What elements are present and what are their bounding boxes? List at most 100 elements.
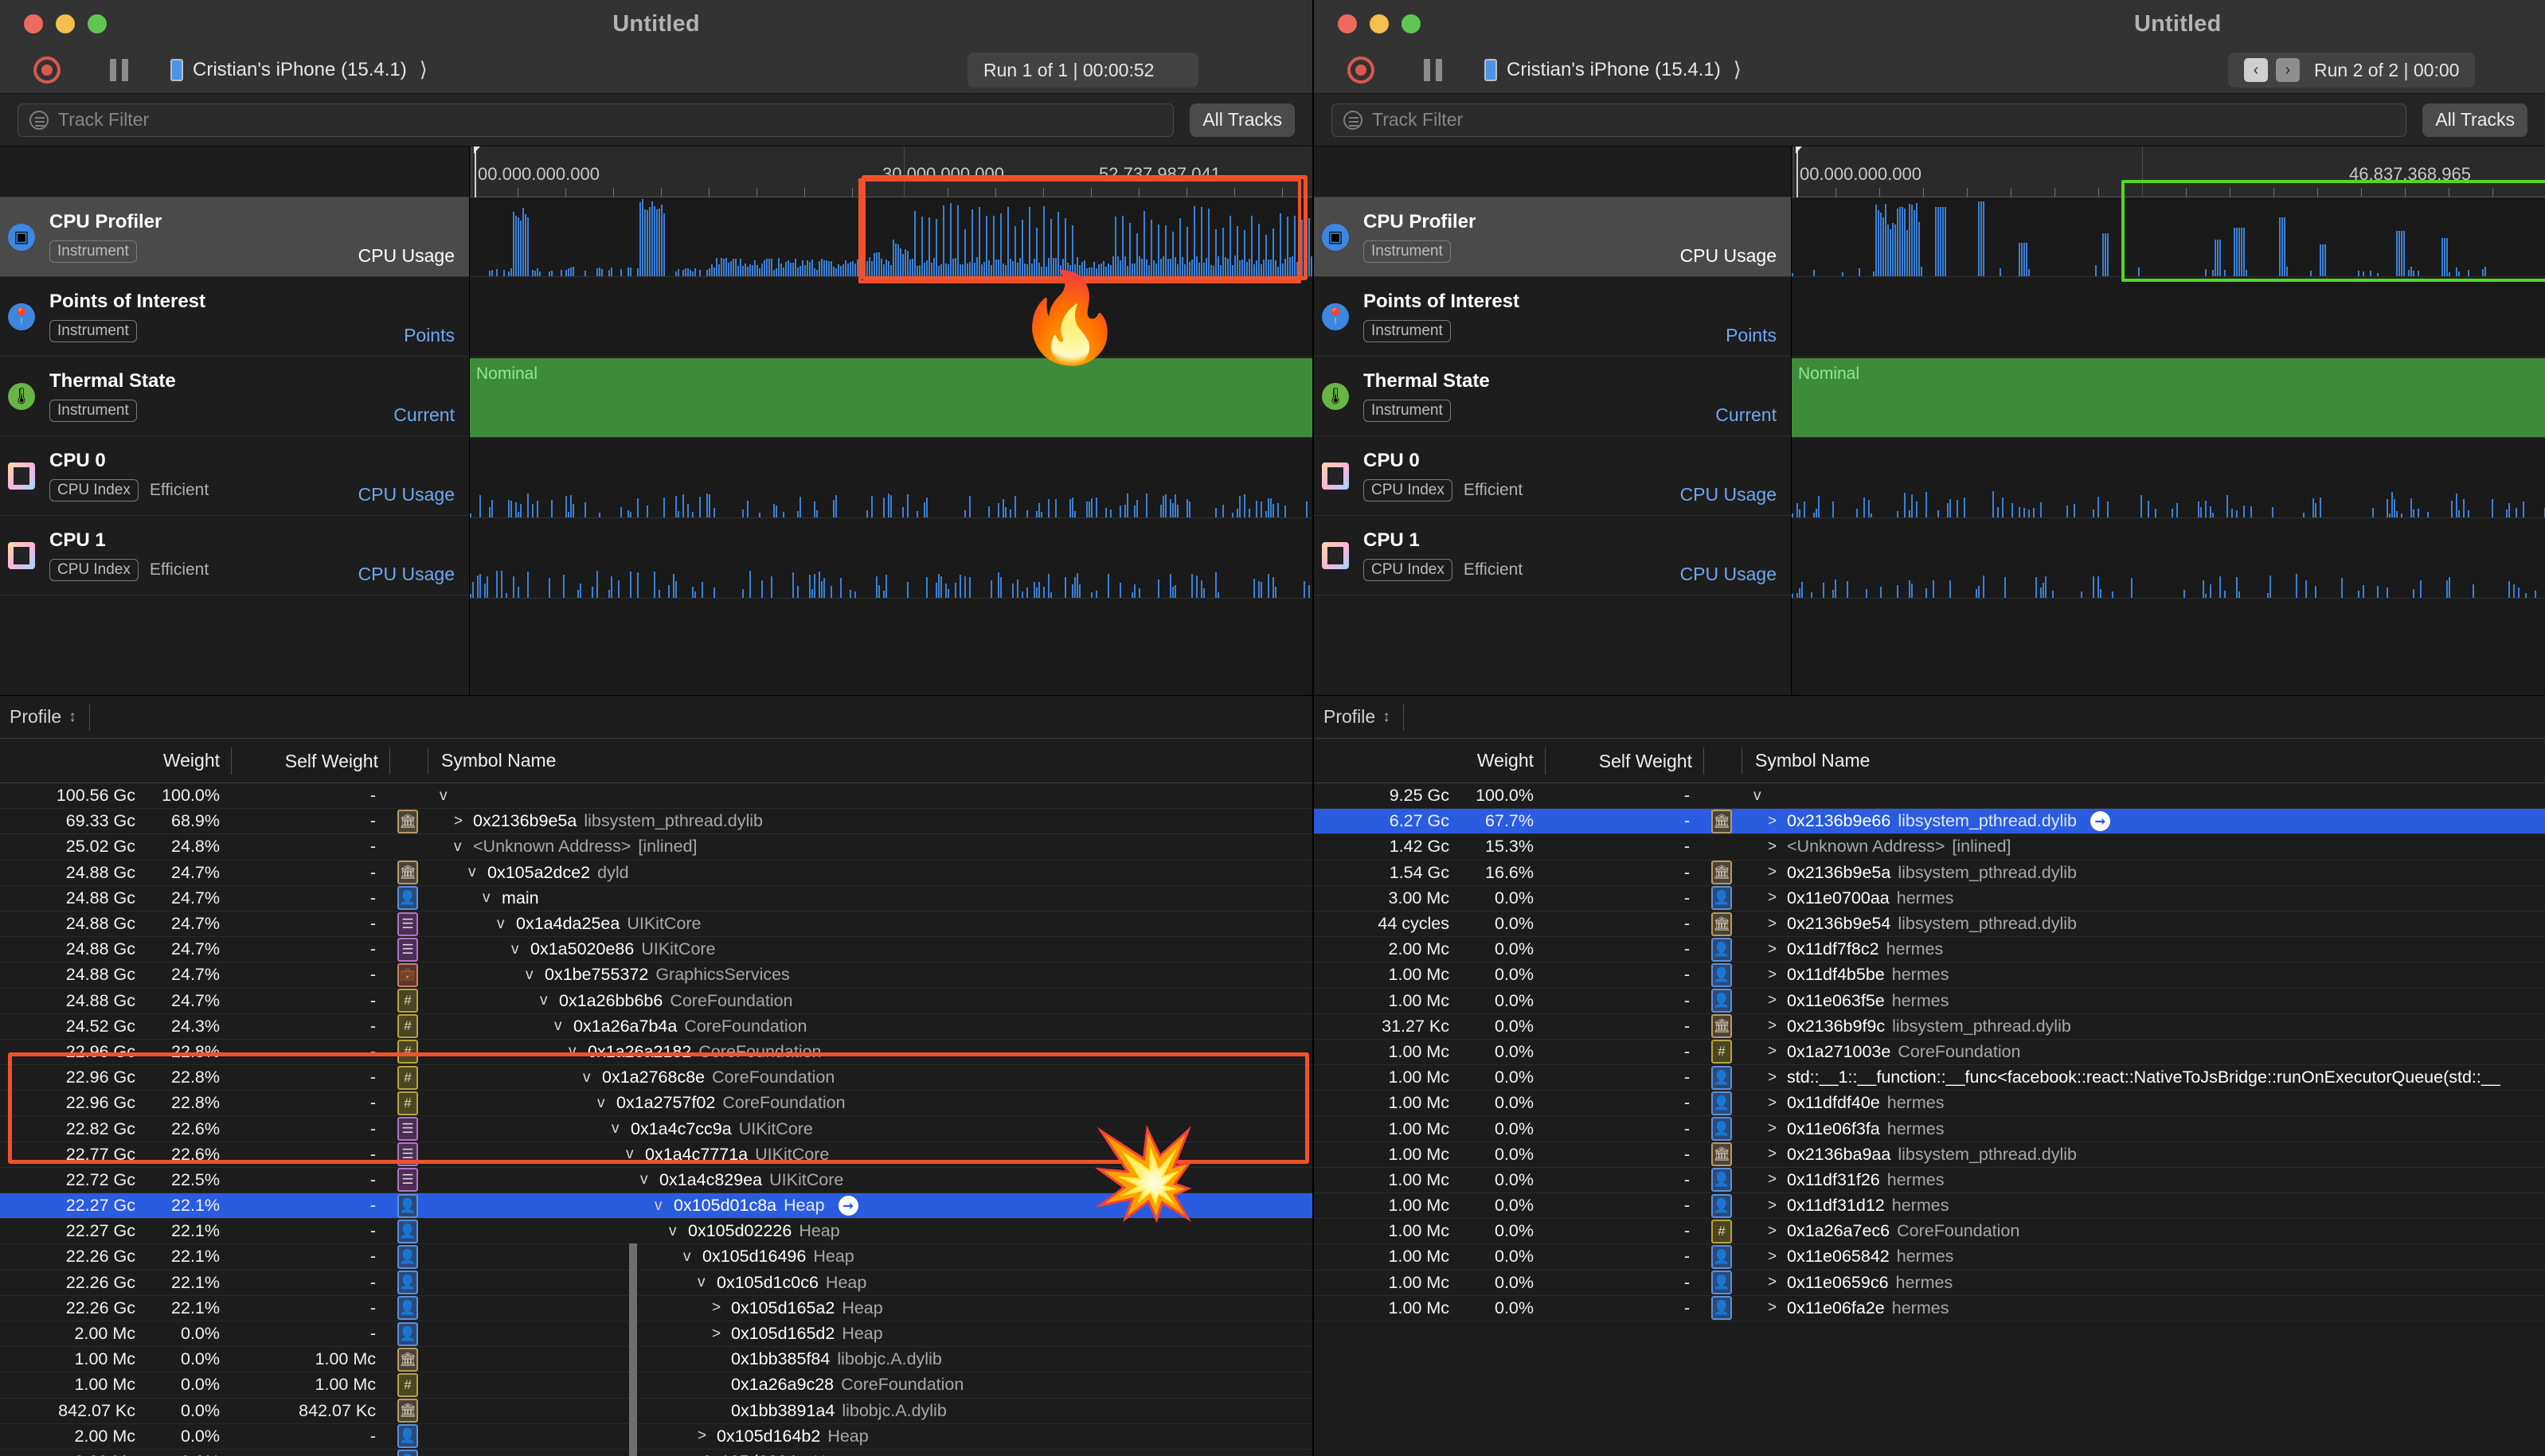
table-row[interactable]: 24.88 Gc 24.7% - 👤 v main	[0, 886, 1312, 911]
disclosure-triangle-icon[interactable]: >	[712, 1299, 724, 1317]
disclosure-triangle-icon[interactable]: >	[1768, 813, 1780, 830]
disclosure-triangle-icon[interactable]: >	[1768, 1223, 1780, 1240]
track-row-thermal-state-left[interactable]: 🌡 Thermal State Instrument Current	[0, 357, 469, 436]
run-indicator-right[interactable]: ‹ › Run 2 of 2 | 00:00	[2228, 53, 2476, 88]
record-button-left[interactable]	[33, 57, 61, 84]
column-self-weight[interactable]: Self Weight	[1545, 747, 1704, 775]
disclosure-triangle-icon[interactable]: v	[511, 941, 523, 958]
table-row[interactable]: 22.96 Gc 22.8% - # v 0x1a2757f02 CoreFoundatio…	[0, 1091, 1312, 1117]
table-row[interactable]: 1.00 Mc 0.0% - # >0x1a271003e CoreFoundation	[1314, 1040, 2545, 1066]
table-row[interactable]: 24.52 Gc 24.3% - # v 0x1a26a7b4a CoreFoundatio…	[0, 1014, 1312, 1040]
disclosure-triangle-icon[interactable]: v	[468, 864, 480, 881]
graph-cpu-profiler-right[interactable]	[1792, 197, 2545, 277]
close-button[interactable]	[1338, 14, 1357, 33]
table-row[interactable]: 24.88 Gc 24.7% - 🏛 v 0x105a2dce2 dyld	[0, 861, 1312, 886]
table-row[interactable]: 3.00 Mc 0.0% - 👤 >0x11e0700aa hermes	[1314, 886, 2545, 911]
device-selector-right[interactable]: Cristian's iPhone (15.4.1) ⟩	[1473, 54, 1753, 85]
table-row[interactable]: 22.26 Gc 22.1% - 👤 >0x105d165a2 Heap	[0, 1296, 1312, 1321]
sort-toggle-icon[interactable]: ↕	[68, 708, 76, 726]
playhead-left[interactable]	[474, 146, 480, 197]
table-row[interactable]: 1.00 Mc 0.0% - # >0x1a26a7ec6 CoreFoundation	[1314, 1219, 2545, 1245]
graph-points-of-interest-right[interactable]	[1792, 278, 2545, 357]
disclosure-triangle-icon[interactable]: v	[640, 1171, 652, 1189]
traffic-lights-right[interactable]	[1338, 14, 1421, 33]
graph-cpu0-right[interactable]	[1792, 439, 2545, 518]
track-row-cpu1-right[interactable]: CPU 1 CPU Index Efficient CPU Usage	[1314, 516, 1791, 595]
table-row[interactable]: 6.27 Gc 67.7% - 🏛 >0x2136b9e66 libsystem_pthr…	[1314, 809, 2545, 835]
table-row[interactable]: 1.00 Mc 0.0% - 👤 > std::__1::__function::__fu…	[1314, 1065, 2545, 1091]
profile-header-right[interactable]: Profile ↕	[1314, 696, 2545, 739]
table-row[interactable]: 25.02 Gc 24.8% - v <Unknown Address> [inlined…	[0, 834, 1312, 861]
column-symbol-name[interactable]: Symbol Name	[1742, 750, 1870, 771]
table-row[interactable]: 44 cycles 0.0% - 🏛 >0x2136b9e54 libsystem_pth…	[1314, 911, 2545, 938]
disclosure-triangle-icon[interactable]: v	[483, 889, 495, 907]
sort-toggle-icon[interactable]: ↕	[1382, 708, 1390, 726]
table-row[interactable]: 22.96 Gc 22.8% - # v 0x1a26a2182 CoreFoundatio…	[0, 1040, 1312, 1066]
table-row[interactable]: 22.26 Gc 22.1% - 👤 v 0x105d1c0c6 Heap	[0, 1271, 1312, 1296]
table-row[interactable]: 24.88 Gc 24.7% - ☰ v 0x1a4da25ea UIKitCore	[0, 911, 1312, 938]
disclosure-triangle-icon[interactable]: >	[1768, 838, 1780, 856]
disclosure-triangle-icon[interactable]: v	[540, 992, 552, 1009]
disclosure-triangle-icon[interactable]: >	[1768, 915, 1780, 933]
disclosure-triangle-icon[interactable]: v	[554, 1017, 566, 1035]
profile-rows-left[interactable]: 100.56 Gc 100.0% - v 69.33 Gc 68.9% - 🏛 >0x2136b…	[0, 783, 1312, 1456]
record-button-right[interactable]	[1347, 57, 1374, 84]
disclosure-triangle-icon[interactable]: v	[683, 1248, 695, 1266]
graph-cpu1-right[interactable]	[1792, 519, 2545, 599]
disclosure-triangle-icon[interactable]: >	[1768, 889, 1780, 907]
disclosure-triangle-icon[interactable]: v	[583, 1069, 595, 1087]
track-graphs-right[interactable]: 00.000.000.000 46.837.368.965 Nominal	[1792, 146, 2545, 695]
table-row[interactable]: 31.27 Kc 0.0% - 🏛 >0x2136b9f9c libsystem_pthr…	[1314, 1014, 2545, 1040]
disclosure-triangle-icon[interactable]: v	[569, 1043, 581, 1060]
disclosure-triangle-icon[interactable]: >	[1768, 941, 1780, 958]
disclosure-triangle-icon[interactable]: >	[454, 813, 466, 830]
track-row-thermal-state-right[interactable]: 🌡 Thermal State Instrument Current	[1314, 357, 1791, 436]
disclosure-triangle-icon[interactable]: >	[1768, 1017, 1780, 1035]
table-row[interactable]: 1.00 Mc 0.0% 1.00 Mc 🏛 0x1bb385f84 libobjc.A.…	[0, 1347, 1312, 1373]
table-row[interactable]: 1.00 Mc 0.0% - 👤 >0x11e06f3fa hermes	[1314, 1116, 2545, 1142]
disclosure-triangle-icon[interactable]: >	[1768, 992, 1780, 1009]
table-row[interactable]: 2.00 Mc 0.0% - 👤 >0x11df7f8c2 hermes	[1314, 937, 2545, 963]
timeline-ruler-left[interactable]: 00.000.000.000 30.000.000.000 52.737.987…	[470, 146, 1312, 197]
disclosure-triangle-icon[interactable]: >	[683, 1453, 695, 1456]
disclosure-triangle-icon[interactable]: v	[597, 1095, 609, 1112]
disclosure-triangle-icon[interactable]: >	[1768, 1248, 1780, 1266]
all-tracks-button-left[interactable]: All Tracks	[1190, 103, 1295, 137]
table-row[interactable]: 22.27 Gc 22.1% - 👤 v 0x105d02226 Heap	[0, 1219, 1312, 1245]
table-row[interactable]: 2.00 Mc 0.0% - 👤 >0x105d164b2 Heap	[0, 1424, 1312, 1450]
all-tracks-button-right[interactable]: All Tracks	[2422, 103, 2527, 137]
disclosure-triangle-icon[interactable]: >	[1768, 1069, 1780, 1087]
disclosure-triangle-icon[interactable]: >	[1768, 1043, 1780, 1060]
table-row[interactable]: 1.54 Gc 16.6% - 🏛 >0x2136b9e5a libsystem_pthr…	[1314, 861, 2545, 886]
minimize-button[interactable]	[1370, 14, 1389, 33]
disclosure-triangle-icon[interactable]: v	[669, 1223, 681, 1240]
table-row[interactable]: 1.00 Mc 0.0% - 👤 >0x11df31d12 hermes	[1314, 1193, 2545, 1220]
table-row[interactable]: 24.88 Gc 24.7% - 💼 v 0x1be755372 GraphicsServi…	[0, 962, 1312, 989]
disclosure-triangle-icon[interactable]: >	[1768, 1197, 1780, 1215]
track-row-cpu1-left[interactable]: CPU 1 CPU Index Efficient CPU Usage	[0, 516, 469, 595]
column-self-weight[interactable]: Self Weight	[231, 747, 390, 775]
focus-arrow-icon[interactable]: ➞	[838, 1196, 858, 1216]
pause-button-left[interactable]	[110, 59, 131, 81]
table-row[interactable]: 1.42 Gc 15.3% - > <Unknown Address> [inlined]	[1314, 834, 2545, 861]
column-weight[interactable]: Weight	[0, 750, 231, 771]
table-row[interactable]: 24.88 Gc 24.7% - # v 0x1a26bb6b6 CoreFoundatio…	[0, 989, 1312, 1014]
table-row[interactable]: 1.00 Mc 0.0% - 👤 >0x11df31f26 hermes	[1314, 1168, 2545, 1193]
disclosure-triangle-icon[interactable]: >	[1768, 1274, 1780, 1291]
table-row[interactable]: 9.25 Gc 100.0% - v	[1314, 783, 2545, 810]
graph-cpu0-left[interactable]	[470, 439, 1312, 518]
graph-thermal-state-left[interactable]: Nominal	[470, 358, 1312, 438]
profile-header-left[interactable]: Profile ↕	[0, 696, 1312, 739]
graph-thermal-state-right[interactable]: Nominal	[1792, 358, 2545, 438]
disclosure-triangle-icon[interactable]: >	[1768, 864, 1780, 881]
playhead-right[interactable]	[1796, 146, 1802, 197]
disclosure-triangle-icon[interactable]: v	[1753, 787, 1765, 805]
disclosure-triangle-icon[interactable]: >	[1768, 1299, 1780, 1317]
table-row[interactable]: 1.00 Mc 0.0% 1.00 Mc #0x1a26a9c28 CoreFounda…	[0, 1372, 1312, 1399]
track-row-cpu-profiler-left[interactable]: ▣ CPU Profiler Instrument CPU Usage	[0, 197, 469, 277]
track-row-points-of-interest-right[interactable]: 📍 Points of Interest Instrument Points	[1314, 277, 1791, 357]
table-row[interactable]: 1.00 Mc 0.0% - 👤 >0x11df4b5be hermes	[1314, 962, 2545, 989]
track-row-cpu0-right[interactable]: CPU 0 CPU Index Efficient CPU Usage	[1314, 436, 1791, 516]
table-row[interactable]: 2.00 Mc 0.0% - 👤 >0x105d165d2 Heap	[0, 1321, 1312, 1348]
disclosure-triangle-icon[interactable]: v	[497, 915, 509, 933]
